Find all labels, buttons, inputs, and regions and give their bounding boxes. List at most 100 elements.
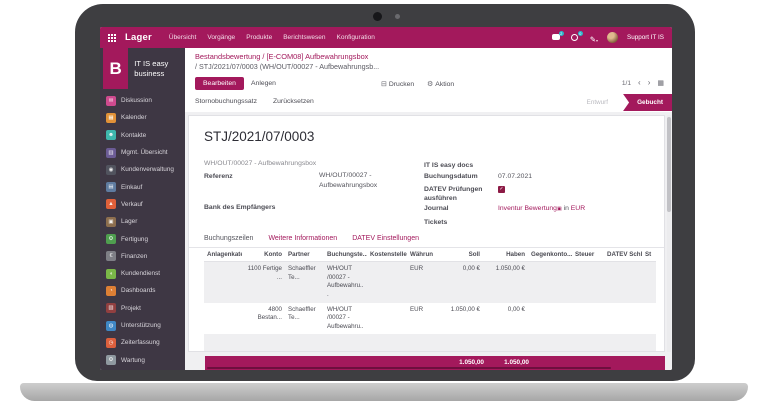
webcam-icon bbox=[373, 12, 382, 21]
totals-bar: 1.050,00 1.050,00 bbox=[205, 356, 665, 370]
column-header-6[interactable]: Soll bbox=[433, 249, 483, 262]
sidebar-item-9[interactable]: €Finanzen bbox=[100, 248, 185, 265]
app-label: Zeiterfassung bbox=[121, 339, 160, 346]
sidebar-items: ✉Diskussion▦Kalender ☻ Kontakte ▥Mgmt. Über… bbox=[100, 92, 185, 370]
activities-icon[interactable]: 0 bbox=[571, 33, 581, 42]
sidebar-item-11[interactable]: ◔Dashboards bbox=[100, 282, 185, 299]
app-icon: ⚙ bbox=[106, 355, 116, 365]
reverse-entry-button[interactable]: Stornobuchungssatz bbox=[195, 98, 257, 105]
main-area: Bestandsbewertung / [E-COM08] Aufbewahru… bbox=[185, 48, 672, 370]
sidebar-item-14[interactable]: ◷ Zeiterfassung bbox=[100, 334, 185, 351]
column-header-9[interactable]: Steuer bbox=[572, 249, 604, 262]
view-switch-icon[interactable]: ▦ bbox=[657, 79, 664, 87]
avatar[interactable] bbox=[607, 32, 618, 43]
app-icon: ☻ bbox=[106, 130, 116, 140]
laptop-frame: Lager Übersicht Vorgänge Produkte Berichtsw… bbox=[75, 4, 695, 381]
app-icon: ▦ bbox=[106, 113, 116, 123]
column-header-0[interactable]: Anlagenkate... bbox=[204, 249, 242, 262]
datev-checkbox[interactable]: ✓ bbox=[498, 186, 505, 193]
column-header-8[interactable]: Gegenkonto... bbox=[528, 249, 572, 262]
empty-table-row[interactable] bbox=[204, 334, 656, 352]
pager-prev-icon[interactable]: ‹ bbox=[638, 79, 641, 87]
app-label: Kundendienst bbox=[121, 270, 160, 277]
sidebar-item-7[interactable]: ▣Lager bbox=[100, 213, 185, 230]
sidebar-item-13[interactable]: ◍Unterstützung bbox=[100, 317, 185, 334]
reset-button[interactable]: Zurücksetzen bbox=[273, 98, 314, 105]
sidebar-item-3[interactable]: ▥Mgmt. Übersicht bbox=[100, 144, 185, 161]
table-row-0[interactable]: 1100 Fertige ...Schaeffler Te...WH/OUT /… bbox=[204, 262, 656, 303]
horizontal-scrollbar[interactable] bbox=[207, 367, 611, 369]
record-subtitle: WH/OUT/00027 - Aufbewahrungsbox bbox=[204, 160, 316, 167]
app-label: Verkauf bbox=[121, 201, 143, 208]
sidebar-item-4[interactable]: ◉Kundenverwaltung bbox=[100, 161, 185, 178]
column-header-7[interactable]: Haben bbox=[483, 249, 528, 262]
create-button[interactable]: Anlegen bbox=[251, 80, 276, 87]
currency-link[interactable]: EUR bbox=[571, 205, 585, 212]
apps-grid-icon[interactable] bbox=[108, 29, 116, 47]
edit-button[interactable]: Bearbeiten bbox=[195, 77, 244, 90]
app-label: Kundenverwaltung bbox=[121, 166, 174, 173]
nav-menu-item-3[interactable]: Berichtswesen bbox=[283, 34, 325, 41]
nav-menu-item-2[interactable]: Produkte bbox=[246, 34, 272, 41]
notebook-tabs: Buchungszeilen Weitere Informationen DATEV… bbox=[189, 229, 664, 248]
app-label: Finanzen bbox=[121, 253, 147, 260]
total-haben: 1.050,00 bbox=[504, 359, 529, 366]
journal-link[interactable]: Inventur Bewertung bbox=[498, 205, 557, 212]
printer-icon: ⊟ bbox=[381, 81, 387, 88]
nav-menu-item-4[interactable]: Konfiguration bbox=[337, 34, 375, 41]
app-name[interactable]: Lager bbox=[125, 32, 152, 43]
nav-menu-item-1[interactable]: Vorgänge bbox=[207, 34, 235, 41]
messages-badge: 2 bbox=[559, 31, 564, 36]
cell bbox=[528, 262, 572, 303]
sidebar-item-1[interactable]: ▦Kalender bbox=[100, 109, 185, 126]
sidebar-item-5[interactable]: ▤Einkauf bbox=[100, 178, 185, 195]
tab-2[interactable]: DATEV Einstellungen bbox=[352, 235, 419, 242]
tab-0[interactable]: Buchungszeilen bbox=[204, 235, 253, 242]
sidebar-item-6[interactable]: ▲Verkauf bbox=[100, 196, 185, 213]
column-header-11[interactable]: St bbox=[642, 249, 656, 262]
app-label: Fertigung bbox=[121, 236, 148, 243]
column-header-10[interactable]: DATEV Schl... bbox=[604, 249, 642, 262]
column-header-2[interactable]: Partner bbox=[285, 249, 324, 262]
tab-1[interactable]: Weitere Informationen bbox=[268, 235, 337, 242]
sidebar-item-2[interactable]: ☻ Kontakte bbox=[100, 127, 185, 144]
date-label: Buchungsdatum bbox=[424, 173, 478, 180]
user-menu[interactable]: Support IT IS bbox=[627, 34, 664, 41]
stage-posted-badge[interactable]: Gebucht bbox=[623, 94, 672, 111]
stage-draft[interactable]: Entwurf bbox=[587, 99, 608, 106]
sidebar-item-0[interactable]: ✉Diskussion bbox=[100, 92, 185, 109]
sidebar-item-10[interactable]: ◖Kundendienst bbox=[100, 265, 185, 282]
cell bbox=[572, 262, 604, 303]
cell: EUR bbox=[407, 262, 433, 303]
pager-next-icon[interactable]: › bbox=[648, 79, 651, 87]
column-header-5[interactable]: Währung... bbox=[407, 249, 433, 262]
app-label: Mgmt. Übersicht bbox=[121, 149, 168, 156]
messages-icon[interactable]: 2 bbox=[552, 33, 562, 42]
sidebar-item-8[interactable]: ⚙Fertigung bbox=[100, 230, 185, 247]
column-header-3[interactable]: Buchungste... bbox=[324, 249, 367, 262]
app-icon: ◷ bbox=[106, 338, 116, 348]
app-label: Kontakte bbox=[121, 132, 146, 139]
cell: WH/OUT /00027 - Aufbewahru... bbox=[324, 262, 367, 303]
internal-link-icon[interactable]: ▣ bbox=[557, 206, 562, 212]
sidebar-item-16[interactable]: ◯Website bbox=[100, 369, 185, 370]
debug-tools-icon[interactable]: ✎▾ bbox=[590, 29, 598, 47]
column-header-4[interactable]: Kostenstelle... bbox=[367, 249, 407, 262]
scrollbar-thumb[interactable] bbox=[667, 117, 671, 212]
sidebar-item-12[interactable]: ▧Projekt bbox=[100, 300, 185, 317]
move-lines-table: Anlagenkate...KontoPartnerBuchungste...K… bbox=[204, 249, 656, 343]
sidebar-item-15[interactable]: ⚙Wartung bbox=[100, 351, 185, 368]
nav-menu-item-0[interactable]: Übersicht bbox=[169, 34, 196, 41]
webcam-led-icon bbox=[395, 14, 400, 19]
vertical-scrollbar[interactable] bbox=[667, 115, 671, 352]
print-button[interactable]: ⊟Drucken bbox=[381, 80, 414, 88]
action-button[interactable]: ⚙Aktion bbox=[427, 80, 454, 88]
breadcrumb-current: / STJ/2021/07/0003 (WH/OUT/00027 - Aufbe… bbox=[195, 62, 379, 71]
column-header-1[interactable]: Konto bbox=[242, 249, 285, 262]
cell: Schaeffler Te... bbox=[285, 262, 324, 303]
company-logo[interactable]: B IT IS easy business bbox=[100, 48, 185, 89]
navbar-right: 2 0 ✎▾ Support IT IS bbox=[552, 29, 664, 47]
breadcrumb[interactable]: Bestandsbewertung / [E-COM08] Aufbewahru… bbox=[195, 52, 368, 61]
app-label: Lager bbox=[121, 218, 137, 225]
sidebar: B IT IS easy business ✉Diskussion▦Kalend… bbox=[100, 48, 185, 370]
